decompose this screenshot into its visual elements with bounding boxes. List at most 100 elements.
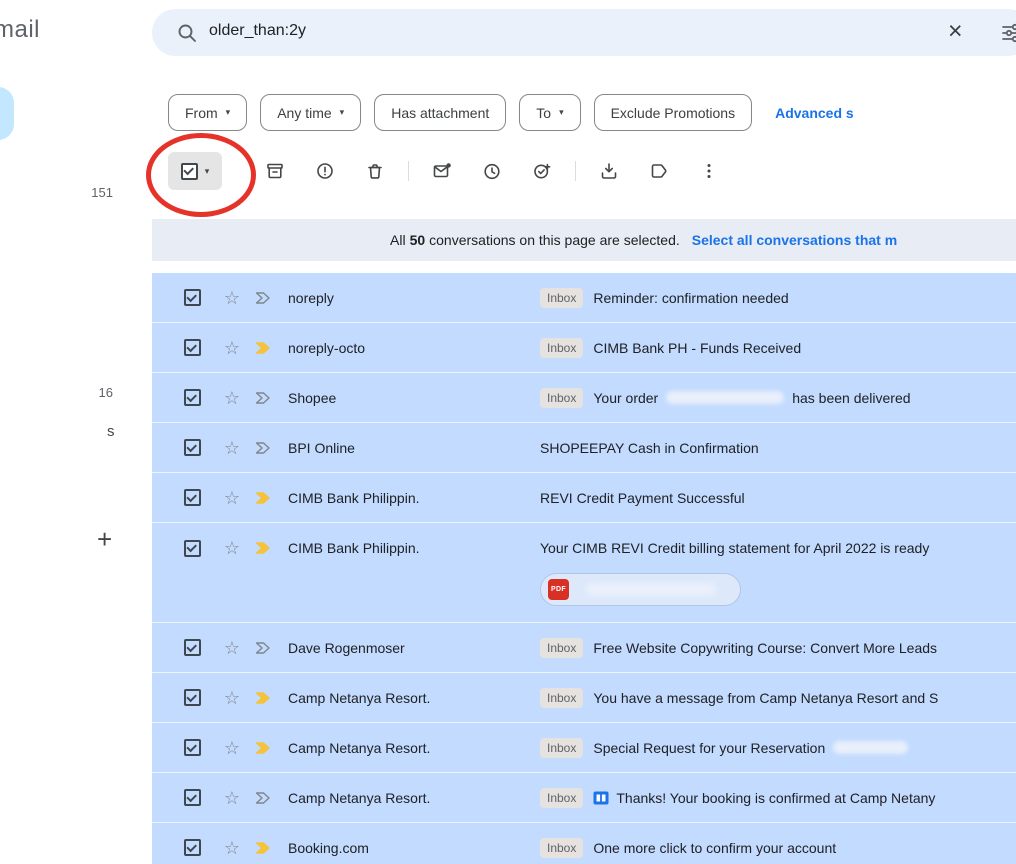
email-row[interactable]: ☆ CIMB Bank Philippin. Your CIMB REVI Cr… <box>152 523 1016 623</box>
importance-marker-icon[interactable] <box>255 539 273 557</box>
add-to-tasks-button[interactable] <box>527 156 557 186</box>
delete-button[interactable] <box>360 156 390 186</box>
row-checkbox[interactable] <box>184 639 201 656</box>
row-checkbox[interactable] <box>184 439 201 456</box>
star-icon[interactable]: ☆ <box>222 539 242 557</box>
search-bar[interactable]: older_than:2y × <box>152 9 1016 56</box>
email-row[interactable]: ☆ noreply-octo Inbox CIMB Bank PH - Fund… <box>152 323 1016 373</box>
email-row[interactable]: ☆ noreply Inbox Reminder: confirmation n… <box>152 273 1016 323</box>
labels-button[interactable] <box>644 156 674 186</box>
inbox-label-chip: Inbox <box>540 838 583 858</box>
star-icon[interactable]: ☆ <box>222 739 242 757</box>
subject: Your CIMB REVI Credit billing statement … <box>540 540 929 556</box>
selected-count: 50 <box>410 232 426 248</box>
subject: Free Website Copywriting Course: Convert… <box>593 640 937 656</box>
select-all-matching-link[interactable]: Select all conversations that m <box>692 232 897 248</box>
star-icon[interactable]: ☆ <box>222 339 242 357</box>
row-checkbox[interactable] <box>184 289 201 306</box>
importance-marker-icon[interactable] <box>255 839 273 857</box>
attachment-chip[interactable]: PDF <box>540 573 741 606</box>
search-filter-chips: From▾ Any time▾ Has attachment To▾ Exclu… <box>168 94 854 131</box>
sender: Camp Netanya Resort. <box>288 690 526 706</box>
filter-chip-from[interactable]: From▾ <box>168 94 247 131</box>
row-checkbox[interactable] <box>184 739 201 756</box>
importance-marker-icon[interactable] <box>255 639 273 657</box>
star-icon[interactable]: ☆ <box>222 389 242 407</box>
email-row[interactable]: ☆ Dave Rogenmoser Inbox Free Website Cop… <box>152 623 1016 673</box>
archive-button[interactable] <box>260 156 290 186</box>
mark-unread-button[interactable] <box>427 156 457 186</box>
search-icon[interactable] <box>176 22 198 44</box>
filter-chip-any-time[interactable]: Any time▾ <box>260 94 361 131</box>
row-checkbox[interactable] <box>184 839 201 856</box>
star-icon[interactable]: ☆ <box>222 489 242 507</box>
inbox-label-chip: Inbox <box>540 388 583 408</box>
sender: Dave Rogenmoser <box>288 640 526 656</box>
importance-marker-icon[interactable] <box>255 489 273 507</box>
star-icon[interactable]: ☆ <box>222 839 242 857</box>
email-row[interactable]: ☆ Shopee Inbox Your order has been delive… <box>152 373 1016 423</box>
row-checkbox[interactable] <box>184 389 201 406</box>
toolbar-divider <box>408 161 409 181</box>
select-dropdown-icon[interactable]: ▾ <box>205 166 210 177</box>
filter-chip-to[interactable]: To▾ <box>519 94 580 131</box>
redacted-text <box>833 741 908 754</box>
select-all-control[interactable]: ▾ <box>168 152 222 190</box>
importance-marker-icon[interactable] <box>255 389 273 407</box>
email-row[interactable]: ☆ Camp Netanya Resort. Inbox Special Req… <box>152 723 1016 773</box>
chevron-down-icon: ▾ <box>340 107 345 118</box>
sender: BPI Online <box>288 440 526 456</box>
importance-marker-icon[interactable] <box>255 339 273 357</box>
clear-search-icon[interactable]: × <box>948 17 963 46</box>
advanced-search-link[interactable]: Advanced s <box>775 105 854 121</box>
snooze-clock-icon <box>482 161 502 181</box>
search-options-icon[interactable] <box>1001 22 1016 44</box>
sender: Booking.com <box>288 840 526 856</box>
select-all-checkbox[interactable] <box>181 163 198 180</box>
row-checkbox[interactable] <box>184 789 201 806</box>
subject: Thanks! Your booking is confirmed at Cam… <box>593 790 935 806</box>
filter-chip-has-attachment[interactable]: Has attachment <box>374 94 506 131</box>
email-row[interactable]: ☆ Camp Netanya Resort. Inbox You have a … <box>152 673 1016 723</box>
importance-marker-icon[interactable] <box>255 739 273 757</box>
importance-marker-icon[interactable] <box>255 289 273 307</box>
inbox-label-chip: Inbox <box>540 688 583 708</box>
email-row[interactable]: ☆ Booking.com Inbox One more click to co… <box>152 823 1016 864</box>
star-icon[interactable]: ☆ <box>222 289 242 307</box>
row-checkbox[interactable] <box>184 689 201 706</box>
subject-text: Your order <box>593 390 658 406</box>
subject-text: has been delivered <box>792 390 910 406</box>
filter-chip-exclude-promotions[interactable]: Exclude Promotions <box>594 94 753 131</box>
report-spam-icon <box>315 161 335 181</box>
email-row[interactable]: ☆ CIMB Bank Philippin. REVI Credit Payme… <box>152 473 1016 523</box>
move-to-button[interactable] <box>594 156 624 186</box>
sender: noreply <box>288 290 526 306</box>
importance-marker-icon[interactable] <box>255 439 273 457</box>
sender: Camp Netanya Resort. <box>288 740 526 756</box>
compose-button-partial[interactable] <box>0 87 14 140</box>
star-icon[interactable]: ☆ <box>222 439 242 457</box>
star-icon[interactable]: ☆ <box>222 789 242 807</box>
star-icon[interactable]: ☆ <box>222 689 242 707</box>
inbox-label-chip: Inbox <box>540 738 583 758</box>
sender: Shopee <box>288 390 526 406</box>
importance-marker-icon[interactable] <box>255 789 273 807</box>
sender: Camp Netanya Resort. <box>288 790 526 806</box>
email-row[interactable]: ☆ BPI Online SHOPEEPAY Cash in Confirmat… <box>152 423 1016 473</box>
label-tag-icon <box>649 161 669 181</box>
row-checkbox[interactable] <box>184 339 201 356</box>
selection-banner: All50conversations on this page are sele… <box>152 219 1016 261</box>
star-icon[interactable]: ☆ <box>222 639 242 657</box>
email-row[interactable]: ☆ Camp Netanya Resort. Inbox Thanks! You… <box>152 773 1016 823</box>
row-checkbox[interactable] <box>184 489 201 506</box>
more-options-button[interactable] <box>694 156 724 186</box>
selection-banner-text: All50conversations on this page are sele… <box>390 232 680 248</box>
add-label-button[interactable]: + <box>97 524 112 555</box>
label-text-partial: s <box>107 423 115 440</box>
row-checkbox[interactable] <box>184 540 201 557</box>
report-spam-button[interactable] <box>310 156 340 186</box>
importance-marker-icon[interactable] <box>255 689 273 707</box>
search-input[interactable]: older_than:2y <box>209 22 306 40</box>
selection-toolbar: ▾ <box>168 150 734 192</box>
snooze-button[interactable] <box>477 156 507 186</box>
